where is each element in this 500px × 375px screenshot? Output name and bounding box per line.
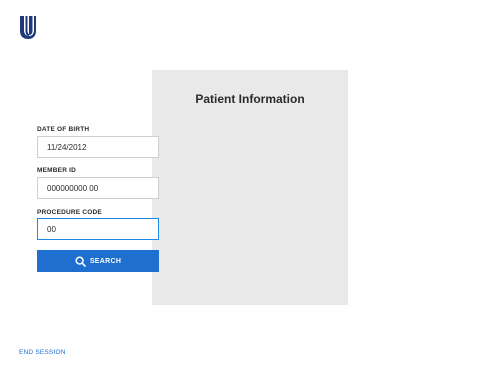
patient-information-card: Patient Information <box>152 70 348 305</box>
card-title: Patient Information <box>195 92 305 106</box>
search-button[interactable]: SEARCH <box>37 250 159 272</box>
search-icon <box>75 255 86 267</box>
end-session-link[interactable]: END SESSION <box>19 349 66 356</box>
date-of-birth-label: DATE OF BIRTH <box>37 126 90 133</box>
patient-lookup-page: Patient Information DATE OF BIRTH MEMBER… <box>0 0 500 375</box>
uhc-logo-icon <box>18 14 38 40</box>
procedure-code-input[interactable] <box>37 218 159 240</box>
member-id-input[interactable] <box>37 177 159 199</box>
search-button-label: SEARCH <box>89 257 122 265</box>
date-of-birth-input[interactable] <box>37 136 159 158</box>
procedure-code-label: PROCEDURE CODE <box>37 209 102 216</box>
member-id-label: MEMBER ID <box>37 167 76 174</box>
